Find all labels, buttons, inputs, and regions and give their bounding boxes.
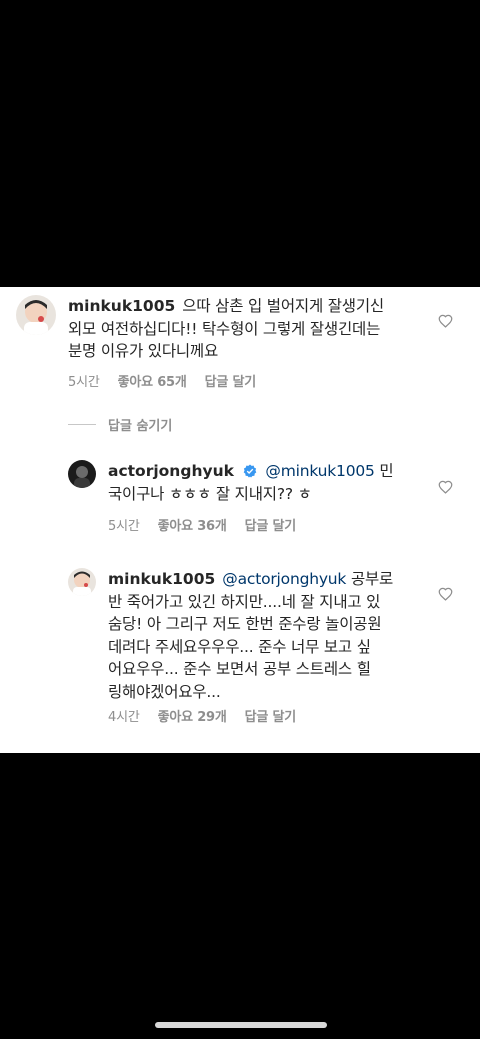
mention-link[interactable]: @minkuk1005 bbox=[265, 462, 374, 480]
comment-line: 으따 삼촌 입 벌어지게 잘생기신 bbox=[182, 297, 384, 315]
reply-button[interactable]: 답글 달기 bbox=[205, 371, 257, 390]
comment-text: minkuk1005 으따 삼촌 입 벌어지게 잘생기신 외모 여전하십디다!! … bbox=[68, 295, 438, 363]
home-indicator[interactable] bbox=[155, 1022, 327, 1028]
comment-line: 민 bbox=[379, 462, 394, 480]
avatar-actorjonghyuk[interactable] bbox=[68, 460, 96, 488]
comment-line: 공부로 bbox=[350, 570, 394, 588]
comments-panel: minkuk1005 으따 삼촌 입 벌어지게 잘생기신 외모 여전하십디다!! … bbox=[0, 287, 480, 753]
comment-username[interactable]: minkuk1005 bbox=[108, 570, 215, 588]
comment-line: 데려다 주세요우우우... 준수 너무 보고 싶 bbox=[108, 637, 371, 656]
comment-meta: 5시간 좋아요 65개 답글 달기 bbox=[68, 371, 256, 390]
mention-link[interactable]: @actorjonghyuk bbox=[222, 570, 346, 588]
likes-count[interactable]: 좋아요 65개 bbox=[118, 371, 187, 390]
comment-line: 외모 여전하십디다!! 탁수형이 그렇게 잘생긴데는 bbox=[68, 319, 381, 338]
comment-meta: 4시간 좋아요 29개 답글 달기 bbox=[108, 706, 296, 725]
comment-time: 5시간 bbox=[68, 375, 100, 390]
heart-outline-icon[interactable] bbox=[438, 314, 453, 328]
heart-outline-icon[interactable] bbox=[438, 480, 453, 494]
comment-meta: 5시간 좋아요 36개 답글 달기 bbox=[108, 515, 296, 534]
heart-outline-icon[interactable] bbox=[438, 587, 453, 601]
comment-line: 링해야겠어요우... bbox=[108, 682, 221, 701]
reply-button[interactable]: 답글 달기 bbox=[245, 706, 297, 725]
likes-count[interactable]: 좋아요 29개 bbox=[158, 706, 227, 725]
comment-line: 분명 이유가 있다니께요 bbox=[68, 342, 219, 360]
comment-text: minkuk1005 @actorjonghyuk 공부로 반 죽어가고 있긴 하… bbox=[108, 568, 438, 703]
avatar-minkuk1005[interactable] bbox=[68, 568, 96, 596]
avatar-minkuk1005[interactable] bbox=[16, 295, 56, 335]
reply-button[interactable]: 답글 달기 bbox=[245, 515, 297, 534]
divider-line bbox=[68, 424, 96, 425]
comment-time: 4시간 bbox=[108, 710, 140, 725]
comment-time: 5시간 bbox=[108, 519, 140, 534]
comment-username[interactable]: minkuk1005 bbox=[68, 297, 175, 315]
comment-username[interactable]: actorjonghyuk bbox=[108, 462, 234, 480]
hide-replies-button[interactable]: 답글 숨기기 bbox=[68, 415, 172, 434]
verified-badge-icon bbox=[243, 464, 256, 478]
comment-line: 숨당! 아 그리구 저도 한번 준수랑 놀이공원 bbox=[108, 615, 382, 633]
comment-line: 어요우우... 준수 보면서 공부 스트레스 힐 bbox=[108, 660, 371, 678]
comment-line: 반 죽어가고 있긴 하지만....네 잘 지내고 있 bbox=[108, 592, 381, 611]
comment-line: 국이구나 ㅎㅎㅎ 잘 지내지?? ㅎ bbox=[108, 484, 312, 503]
hide-replies-label: 답글 숨기기 bbox=[108, 419, 173, 434]
likes-count[interactable]: 좋아요 36개 bbox=[158, 515, 227, 534]
comment-text: actorjonghyuk @minkuk1005 민 국이구나 ㅎㅎㅎ 잘 지… bbox=[108, 460, 438, 505]
